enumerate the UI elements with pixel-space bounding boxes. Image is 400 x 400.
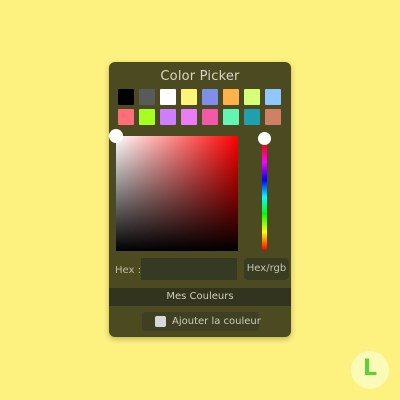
preset-swatch[interactable] (223, 109, 239, 125)
color-picker-panel: Color Picker Hex : Hex/rgb Mes Couleurs … (109, 62, 291, 337)
preset-swatches (118, 89, 284, 125)
hue-slider-handle[interactable] (258, 132, 271, 145)
preset-swatch[interactable] (223, 89, 239, 105)
preset-swatch[interactable] (265, 89, 281, 105)
brand-logo-icon: L (351, 351, 389, 389)
saturation-value-area[interactable] (109, 129, 238, 251)
preset-swatch[interactable] (139, 109, 155, 125)
panel-title: Color Picker (160, 69, 240, 84)
page: Color Picker Hex : Hex/rgb Mes Couleurs … (0, 0, 400, 400)
preset-swatch[interactable] (244, 109, 260, 125)
preset-swatch[interactable] (139, 89, 155, 105)
preset-swatch[interactable] (202, 109, 218, 125)
hue-slider[interactable] (262, 144, 267, 250)
preset-swatch[interactable] (244, 89, 260, 105)
brand-logo-letter: L (362, 356, 378, 381)
preset-swatch[interactable] (160, 109, 176, 125)
preset-swatch[interactable] (118, 89, 134, 105)
my-colors-button[interactable]: Mes Couleurs (109, 288, 291, 306)
preset-swatch[interactable] (118, 109, 134, 125)
hex-input[interactable] (141, 258, 237, 280)
preset-swatch[interactable] (160, 89, 176, 105)
add-color-button[interactable]: Ajouter la couleur (142, 312, 261, 331)
preset-swatch[interactable] (181, 89, 197, 105)
add-color-label: Ajouter la couleur (172, 316, 261, 327)
color-cursor-handle[interactable] (109, 129, 123, 143)
current-color-swatch (155, 316, 166, 327)
preset-swatch[interactable] (265, 109, 281, 125)
preset-swatch[interactable] (181, 109, 197, 125)
format-toggle-button[interactable]: Hex/rgb (244, 258, 289, 280)
hex-label: Hex : (115, 265, 141, 276)
preset-swatch[interactable] (202, 89, 218, 105)
